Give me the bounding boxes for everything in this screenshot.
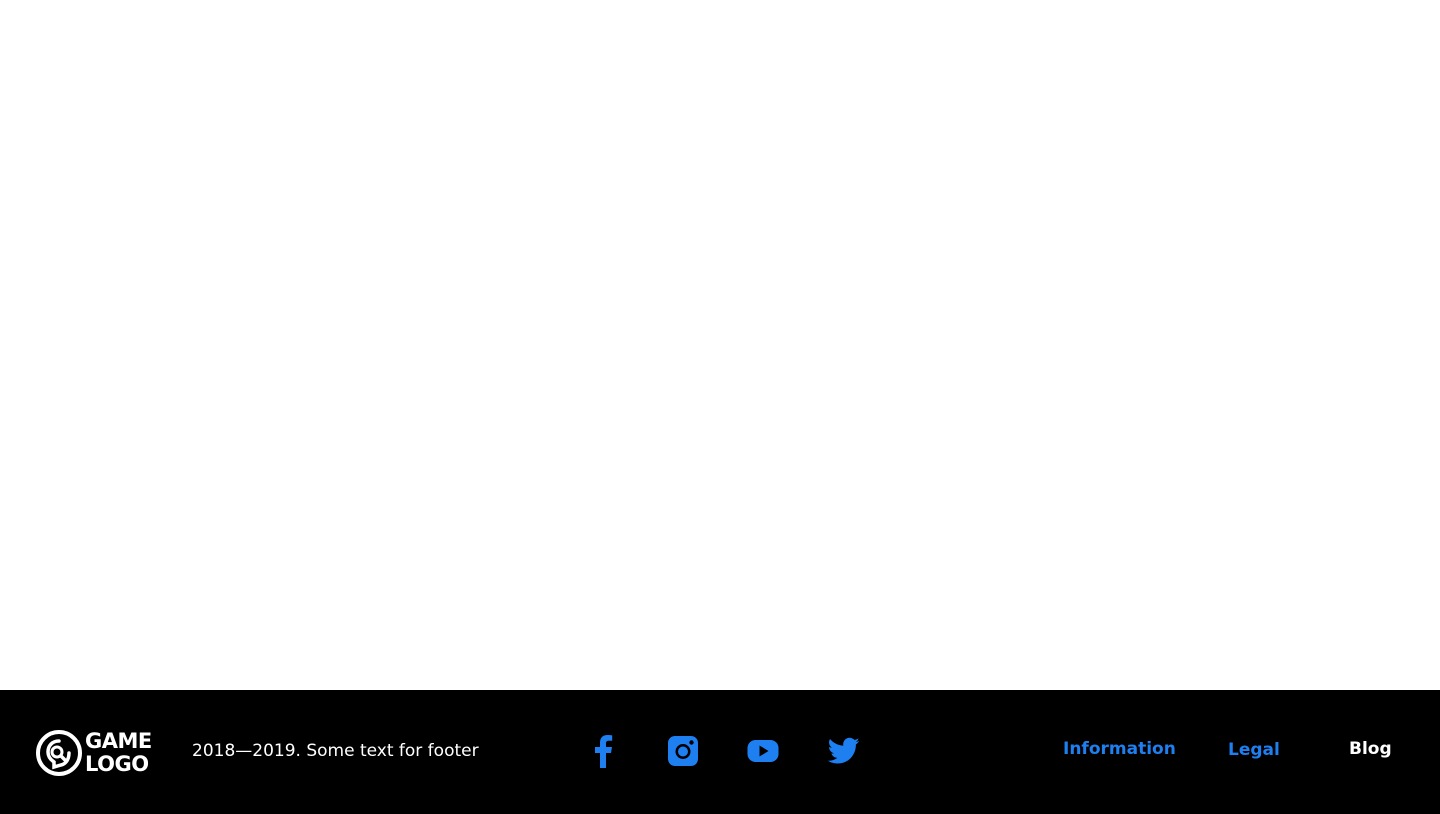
footer-link-blog[interactable]: Blog xyxy=(1349,737,1392,761)
youtube-link[interactable] xyxy=(746,734,780,768)
logo-line-2: LOGO xyxy=(85,752,149,776)
facebook-icon xyxy=(595,735,613,768)
footer-link-legal[interactable]: Legal xyxy=(1228,738,1280,762)
instagram-icon xyxy=(668,736,698,766)
footer-link-information[interactable]: Information xyxy=(1063,737,1176,761)
site-footer: GAME LOGO 2018—2019. Some text for foote… xyxy=(0,690,1440,814)
facebook-link[interactable] xyxy=(586,734,620,768)
logo-line-1: GAME xyxy=(85,729,152,753)
twitter-icon xyxy=(828,737,860,764)
twitter-link[interactable] xyxy=(827,734,861,768)
main-content-area xyxy=(0,0,1440,690)
logo-wordmark: GAME LOGO xyxy=(85,730,152,776)
footer-copyright-text: 2018—2019. Some text for footer xyxy=(192,741,479,761)
instagram-link[interactable] xyxy=(666,734,700,768)
game-logo[interactable]: GAME LOGO xyxy=(35,728,165,778)
logo-mark-icon xyxy=(36,730,82,776)
page: GAME LOGO 2018—2019. Some text for foote… xyxy=(0,0,1440,814)
youtube-icon xyxy=(747,740,779,762)
